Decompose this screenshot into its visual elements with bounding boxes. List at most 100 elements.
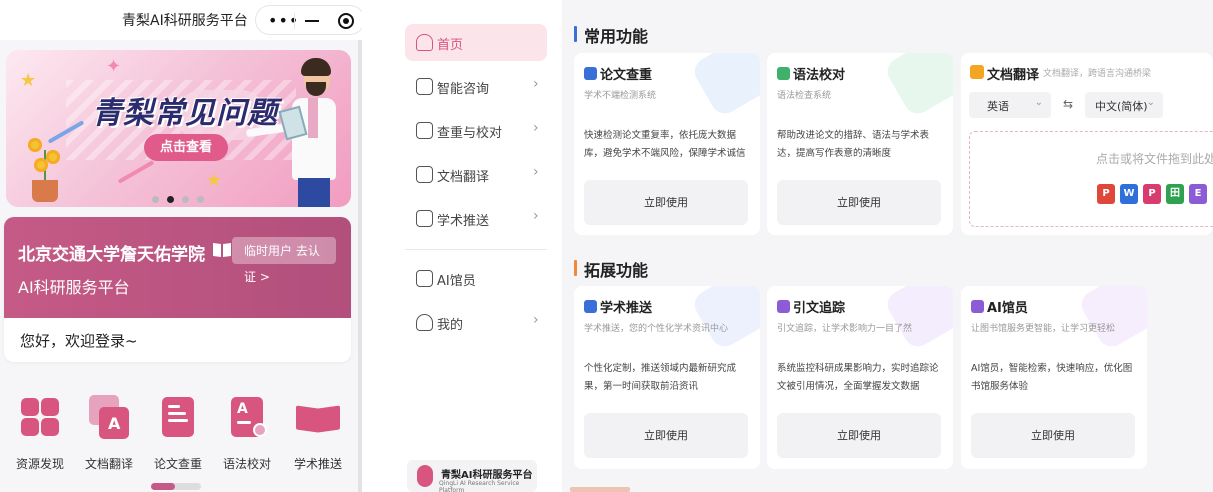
chevron-right-icon: › xyxy=(533,164,539,180)
close-record-icon[interactable] xyxy=(338,13,354,29)
section-title-common: 常用功能 xyxy=(574,23,648,47)
shortcut-label: 文档翻译 xyxy=(84,457,133,471)
card-ai-librarian: AI馆员 让图书馆服务更智能，让学习更轻松 AI馆员，智能检索，快速响应，优化图… xyxy=(961,286,1147,469)
use-now-button[interactable]: 立即使用 xyxy=(584,413,748,458)
sidebar-item-label: 我的 xyxy=(437,318,464,333)
translate-icon xyxy=(416,166,433,183)
shortcut-label: 学术推送 xyxy=(293,457,342,471)
sidebar-item-label: 文档翻译 xyxy=(437,170,490,185)
monitor-icon xyxy=(416,270,433,287)
document-icon xyxy=(416,122,433,139)
login-greeting[interactable]: 您好，欢迎登录~ xyxy=(20,330,138,351)
source-language-select[interactable]: 英语 ⌄ xyxy=(969,92,1051,118)
next-section-peek xyxy=(570,487,630,492)
platform-logo: 青梨AI科研服务平台 QingLi AI Research Service Pl… xyxy=(407,460,537,492)
card-subtitle: 引文追踪，让学术影响力一目了然 xyxy=(777,324,913,334)
sidebar-nav: 首页 智能咨询 › 查重与校对 › 文档翻译 › 学术推送 › AI馆员 我的 … xyxy=(397,0,557,492)
card-decoration xyxy=(689,286,760,352)
card-grammar-check: 语法校对 语法检查系统 帮助改进论文的措辞、语法与学术表达，提高写作表意的清晰度… xyxy=(767,53,953,235)
shortcut-grammar-check[interactable]: A 语法校对 xyxy=(212,395,282,472)
card-citation-tracking: 引文追踪 引文追踪，让学术影响力一目了然 系统监控科研成果影响力，实时追踪论文被… xyxy=(767,286,953,469)
word-file-icon: W xyxy=(1120,184,1138,204)
pager-dot[interactable] xyxy=(152,196,159,203)
chevron-right-icon: › xyxy=(533,120,539,136)
card-subtitle: 学术推送，您的个性化学术资讯中心 xyxy=(584,324,729,334)
card-decoration xyxy=(689,53,760,119)
card-decoration xyxy=(882,53,953,119)
swap-languages-icon[interactable]: ⇆ xyxy=(1063,97,1073,111)
logo-subtitle: QingLi AI Research Service Platform xyxy=(439,480,520,492)
ppt-file-icon: P xyxy=(1097,184,1115,204)
sidebar-item-label: 查重与校对 xyxy=(437,126,503,141)
scientist-tie xyxy=(308,98,318,138)
main-content: 常用功能 论文查重 学术不端检测系统 快速检测论文重复率，依托庞大数据库，避免学… xyxy=(562,0,1213,492)
sidebar-item-ai-librarian[interactable]: AI馆员 xyxy=(405,260,547,297)
shortcut-resource-discovery[interactable]: 资源发现 xyxy=(5,395,75,472)
faq-banner[interactable]: ★ ★ ✦ 青梨常见问题 点击查看 xyxy=(6,50,351,207)
sidebar-item-label: 学术推送 xyxy=(437,214,490,229)
scientist-hair xyxy=(301,58,331,76)
card-subtitle: 语法检查系统 xyxy=(777,91,832,101)
sidebar-item-check-proofread[interactable]: 查重与校对 › xyxy=(405,112,547,149)
card-title: AI馆员 xyxy=(987,301,1028,316)
sidebar-item-academic-push[interactable]: 学术推送 › xyxy=(405,200,547,237)
sidebar-item-home[interactable]: 首页 xyxy=(405,24,547,61)
verify-user-badge-continued[interactable]: 证 > xyxy=(232,268,270,285)
home-icon xyxy=(416,34,433,51)
shortcut-grid: 资源发现 A 文档翻译 论文查重 A 语法校对 学术推送 xyxy=(0,395,356,475)
card-decoration xyxy=(1076,286,1147,352)
pear-logo-icon xyxy=(417,465,433,487)
use-now-button[interactable]: 立即使用 xyxy=(971,413,1135,458)
open-book-icon xyxy=(296,395,340,439)
chevron-right-icon: › xyxy=(533,312,539,328)
book-open-icon xyxy=(213,243,231,257)
logo-title: 青梨AI科研服务平台 xyxy=(441,470,533,481)
page-scrollbar[interactable] xyxy=(358,40,362,492)
citation-icon xyxy=(777,300,790,313)
card-decoration xyxy=(882,286,953,352)
platform-subtitle: AI科研服务平台 xyxy=(18,278,130,297)
book-icon xyxy=(584,300,597,313)
shortcut-scroll-indicator xyxy=(151,483,201,490)
card-description: 帮助改进论文的措辞、语法与学术表达，提高写作表意的清晰度 xyxy=(777,130,930,159)
file-drop-zone[interactable]: 点击或将文件拖到此处 P W P 田 E xyxy=(969,131,1213,227)
sidebar-item-doc-translation[interactable]: 文档翻译 › xyxy=(405,156,547,193)
shortcut-document-translation[interactable]: A 文档翻译 xyxy=(74,395,144,472)
text-file-icon: E xyxy=(1189,184,1207,204)
card-academic-push: 学术推送 学术推送，您的个性化学术资讯中心 个性化定制，推送领域内最新研究成果，… xyxy=(574,286,760,469)
translate-icon: A xyxy=(87,395,131,439)
pager-dot-active[interactable] xyxy=(167,196,174,203)
school-card: 北京交通大学詹天佑学院 AI科研服务平台 临时用户 去认 证 > 您好，欢迎登录… xyxy=(4,217,351,362)
capsule-menu: ••• xyxy=(255,5,362,35)
flower-icon xyxy=(28,138,42,152)
chevron-right-icon: › xyxy=(533,208,539,224)
card-title: 文档翻译 xyxy=(987,68,1040,83)
sidebar-item-smart-consult[interactable]: 智能咨询 › xyxy=(405,68,547,105)
card-plagiarism-check: 论文查重 学术不端检测系统 快速检测论文重复率，依托庞大数据库，避免学术不端风险… xyxy=(574,53,760,235)
sidebar-item-mine[interactable]: 我的 › xyxy=(405,304,547,341)
minimize-icon[interactable] xyxy=(305,20,319,22)
banner-view-button[interactable]: 点击查看 xyxy=(144,134,228,161)
verify-user-badge[interactable]: 临时用户 去认 xyxy=(232,237,336,264)
shortcut-academic-push[interactable]: 学术推送 xyxy=(283,395,353,472)
pager-dot[interactable] xyxy=(197,196,204,203)
card-description: 快速检测论文重复率，依托庞大数据库，避免学术不端风险，保障学术诚信 xyxy=(584,130,746,159)
banner-title: 青梨常见问题 xyxy=(92,96,278,131)
card-title: 学术推送 xyxy=(600,301,653,316)
section-title-extended: 拓展功能 xyxy=(574,257,648,281)
grammar-icon: A xyxy=(225,395,269,439)
use-now-button[interactable]: 立即使用 xyxy=(584,180,748,225)
school-name: 北京交通大学詹天佑学院 xyxy=(18,245,205,265)
use-now-button[interactable]: 立即使用 xyxy=(777,180,941,225)
chevron-right-icon: › xyxy=(533,76,539,92)
target-language-select[interactable]: 中文(简体) ⌄ xyxy=(1085,92,1163,118)
card-subtitle: 让图书馆服务更智能，让学习更轻松 xyxy=(971,324,1116,334)
screen: 青梨AI科研服务平台 ••• ★ ★ ✦ 青梨常见问题 点击查看 北京交通大学詹… xyxy=(0,0,1213,492)
flower-pot xyxy=(32,180,58,202)
shortcut-plagiarism-check[interactable]: 论文查重 xyxy=(143,395,213,472)
sidebar-item-label: 智能咨询 xyxy=(437,82,490,97)
app-title: 青梨AI科研服务平台 xyxy=(122,13,248,29)
use-now-button[interactable]: 立即使用 xyxy=(777,413,941,458)
chevron-down-icon: ⌄ xyxy=(1034,97,1043,108)
pager-dot[interactable] xyxy=(182,196,189,203)
